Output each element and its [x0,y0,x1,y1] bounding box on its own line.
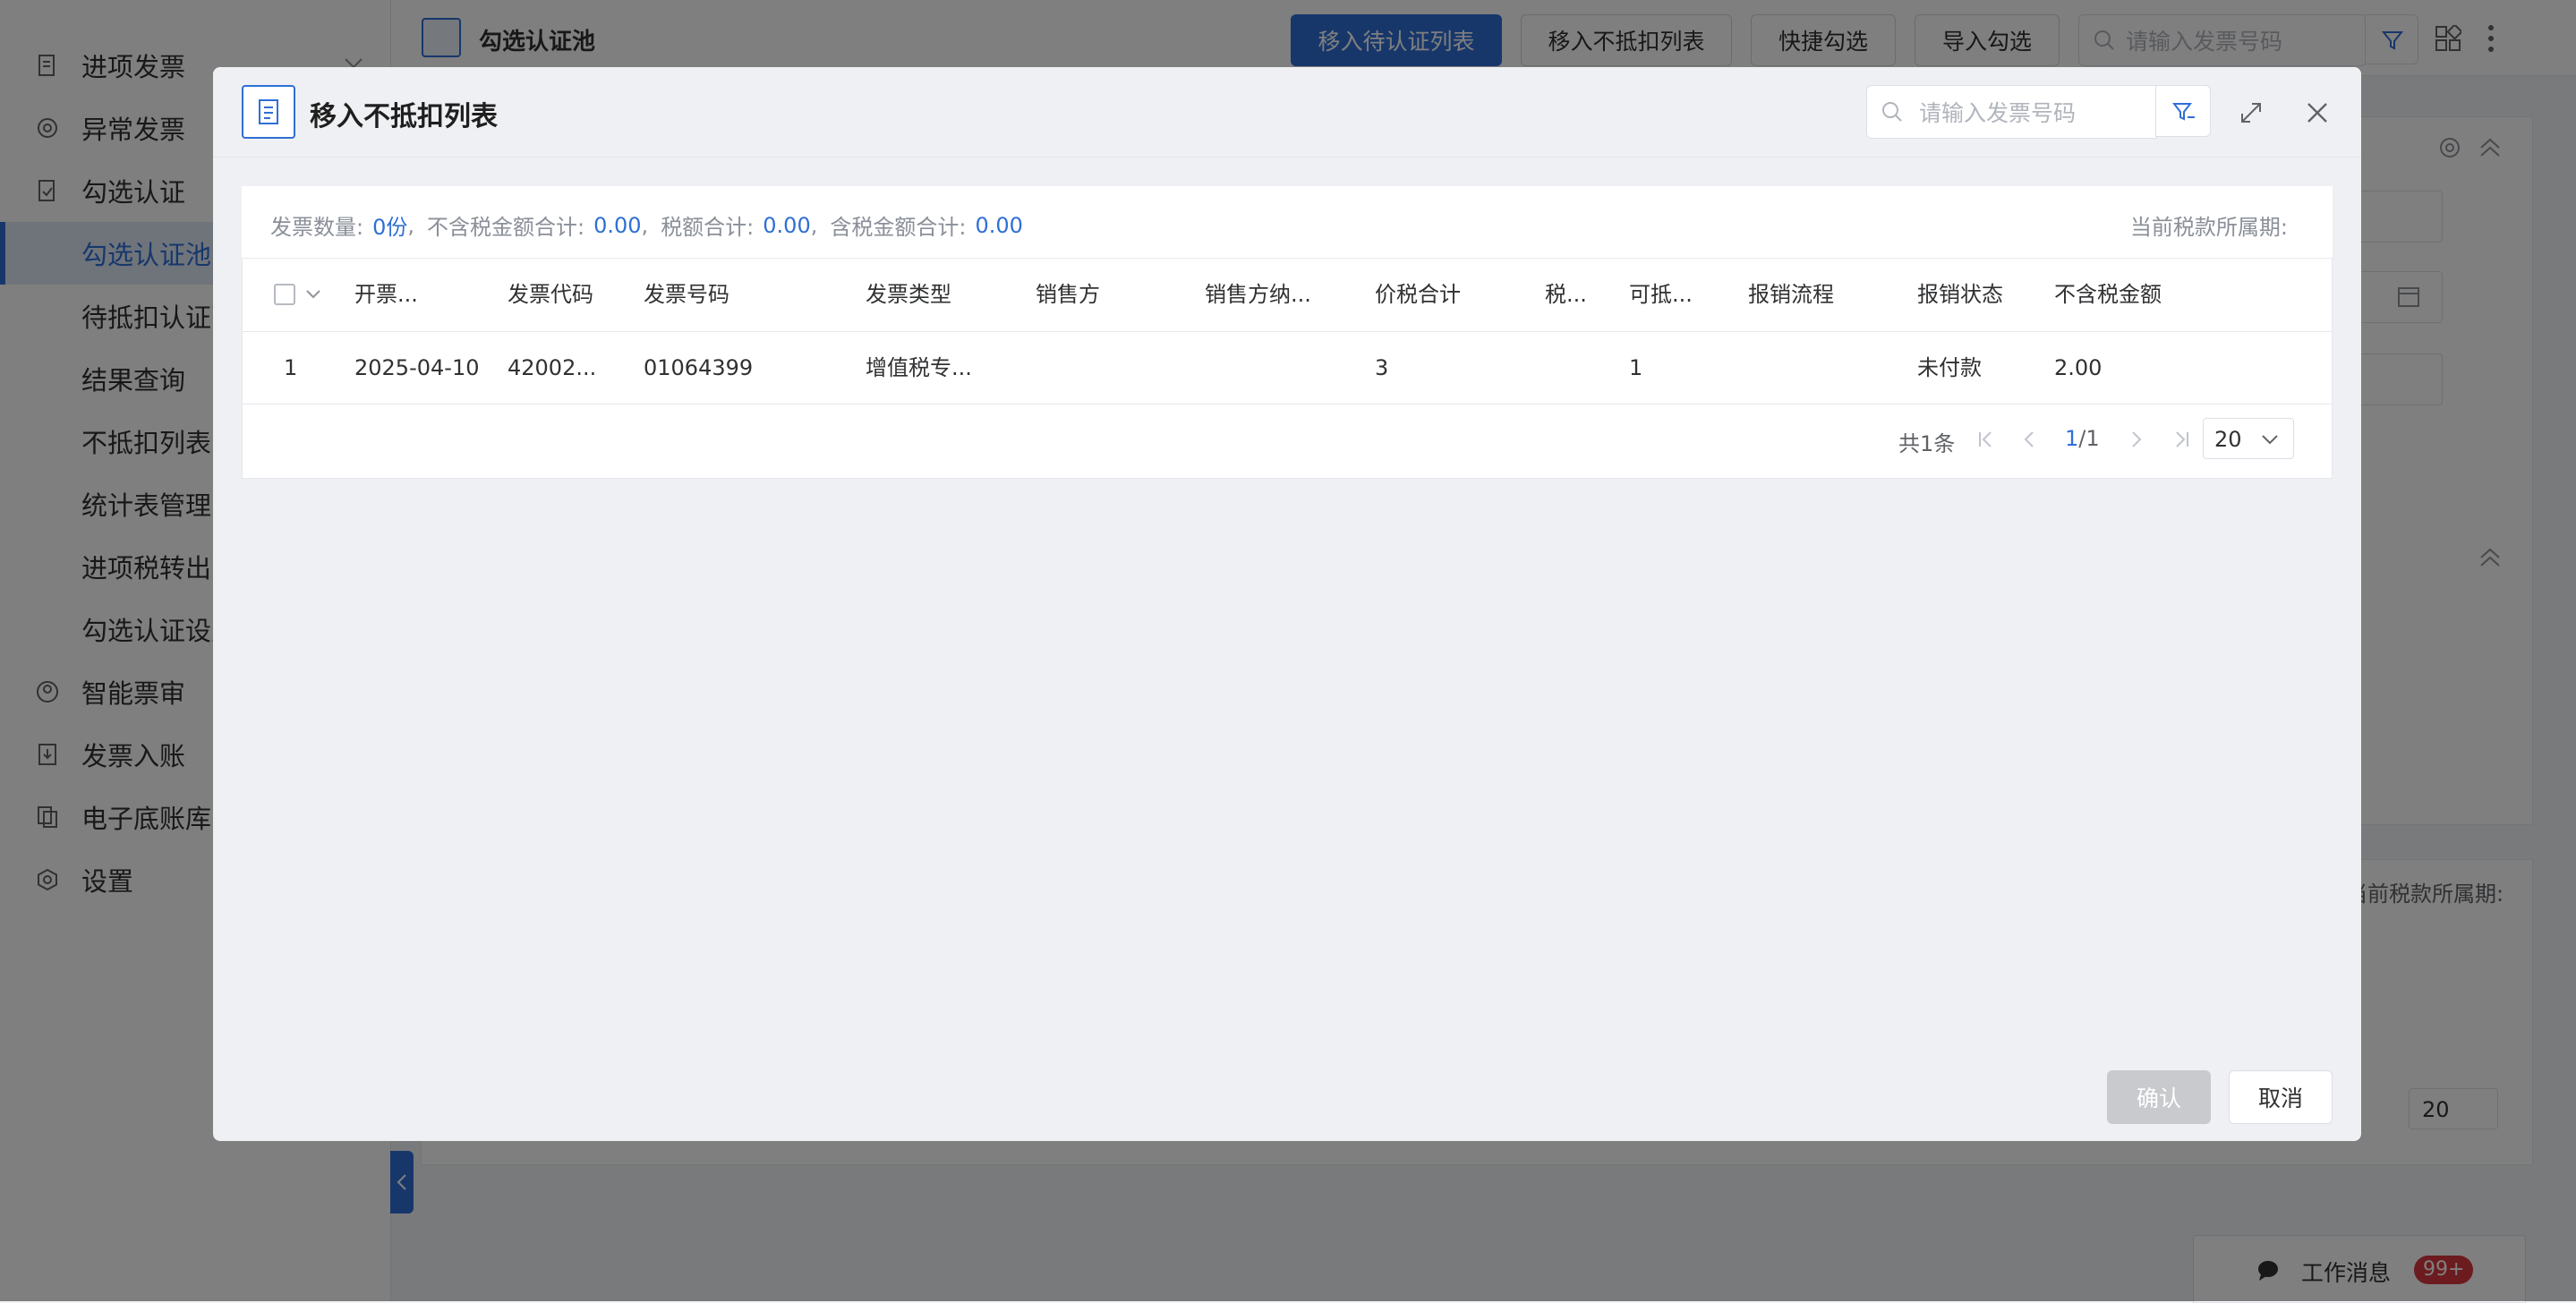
tax-period-label: 当前税款所属期: [2129,215,2288,240]
col-reimburse-flow[interactable]: 报销流程 [1748,259,1834,330]
non-deduct-modal: 移入不抵扣列表 请输入发票号码 发票数量: 0份 , 不含税金额合计: 0.00… [213,67,2361,1141]
cell-reimburse-status: 未付款 [1917,355,1982,380]
cell-invoice-type: 增值税专... [866,355,972,380]
invoice-count-label: 发票数量: [270,215,364,240]
total-count: 共1条 [1898,431,1956,456]
modal-title: 移入不抵扣列表 [310,101,498,132]
cell-deductible: 1 [1629,355,1643,380]
excl-tax-total-label: 不含税金额合计: [427,215,585,240]
excl-tax-total-value: 0.00 [593,212,642,238]
close-icon[interactable] [2306,101,2329,124]
next-page-icon[interactable] [2129,430,2144,449]
incl-tax-total-label: 含税金额合计: [830,215,967,240]
modal-search-input[interactable]: 请输入发票号码 [1866,85,2157,139]
invoice-count-value: 0份 [372,215,408,240]
col-deductible[interactable]: 可抵... [1629,259,1693,330]
col-invoice-type[interactable]: 发票类型 [866,259,951,330]
page-indicator: 1/1 [2065,426,2100,451]
tax-total-value: 0.00 [763,212,811,238]
col-issue-date[interactable]: 开票... [354,259,418,330]
incl-tax-total-value: 0.00 [975,212,1023,238]
summary-stats: 发票数量: 0份 , 不含税金额合计: 0.00 , 税额合计: 0.00 , … [270,209,1023,241]
expand-icon[interactable] [2239,101,2263,124]
prev-page-icon[interactable] [2022,430,2036,449]
confirm-button[interactable]: 确认 [2107,1070,2211,1124]
modal-filter-button[interactable] [2155,85,2211,137]
filter-icon [2172,103,2195,121]
col-invoice-code[interactable]: 发票代码 [508,259,593,330]
cell-invoice-code: 42002... [508,355,597,380]
last-page-icon[interactable] [2172,430,2190,449]
separator: , [407,212,415,238]
col-seller-tax-id[interactable]: 销售方纳... [1205,259,1311,330]
search-placeholder: 请输入发票号码 [1919,100,2077,126]
separator: , [810,212,818,238]
col-total-with-tax[interactable]: 价税合计 [1375,259,1461,330]
doc-icon [242,85,295,139]
cancel-button[interactable]: 取消 [2229,1070,2333,1124]
separator: , [641,212,649,238]
page-size-value: 20 [2214,427,2242,452]
cell-total-with-tax: 3 [1375,355,1389,380]
cell-issue-date: 2025-04-10 [354,355,480,380]
first-page-icon[interactable] [1977,430,1995,449]
chevron-down-icon [2262,435,2278,445]
total-pages: /1 [2078,426,2100,451]
invoice-table: 开票... 发票代码 发票号码 发票类型 销售方 销售方纳... 价税合计 税.… [242,258,2333,479]
col-tax[interactable]: 税... [1545,259,1587,330]
summary-bar: 发票数量: 0份 , 不含税金额合计: 0.00 , 税额合计: 0.00 , … [242,186,2333,258]
search-icon [1882,102,1902,122]
page-size-select[interactable]: 20 [2203,418,2294,459]
col-amount-excl-tax[interactable]: 不含税金额 [2054,259,2162,330]
current-page: 1 [2065,426,2079,451]
col-seller[interactable]: 销售方 [1036,259,1100,330]
col-reimburse-status[interactable]: 报销状态 [1917,259,2003,330]
table-header: 开票... 发票代码 发票号码 发票类型 销售方 销售方纳... 价税合计 税.… [243,259,2332,332]
tax-total-label: 税额合计: [661,215,755,240]
cell-invoice-number: 01064399 [644,355,754,380]
modal-header: 移入不抵扣列表 请输入发票号码 [213,67,2361,158]
chevron-down-icon[interactable] [305,289,321,300]
row-index: 1 [284,355,298,380]
select-all-checkbox[interactable] [274,284,295,305]
cell-amount-excl-tax: 2.00 [2054,355,2103,380]
col-invoice-number[interactable]: 发票号码 [644,259,729,330]
